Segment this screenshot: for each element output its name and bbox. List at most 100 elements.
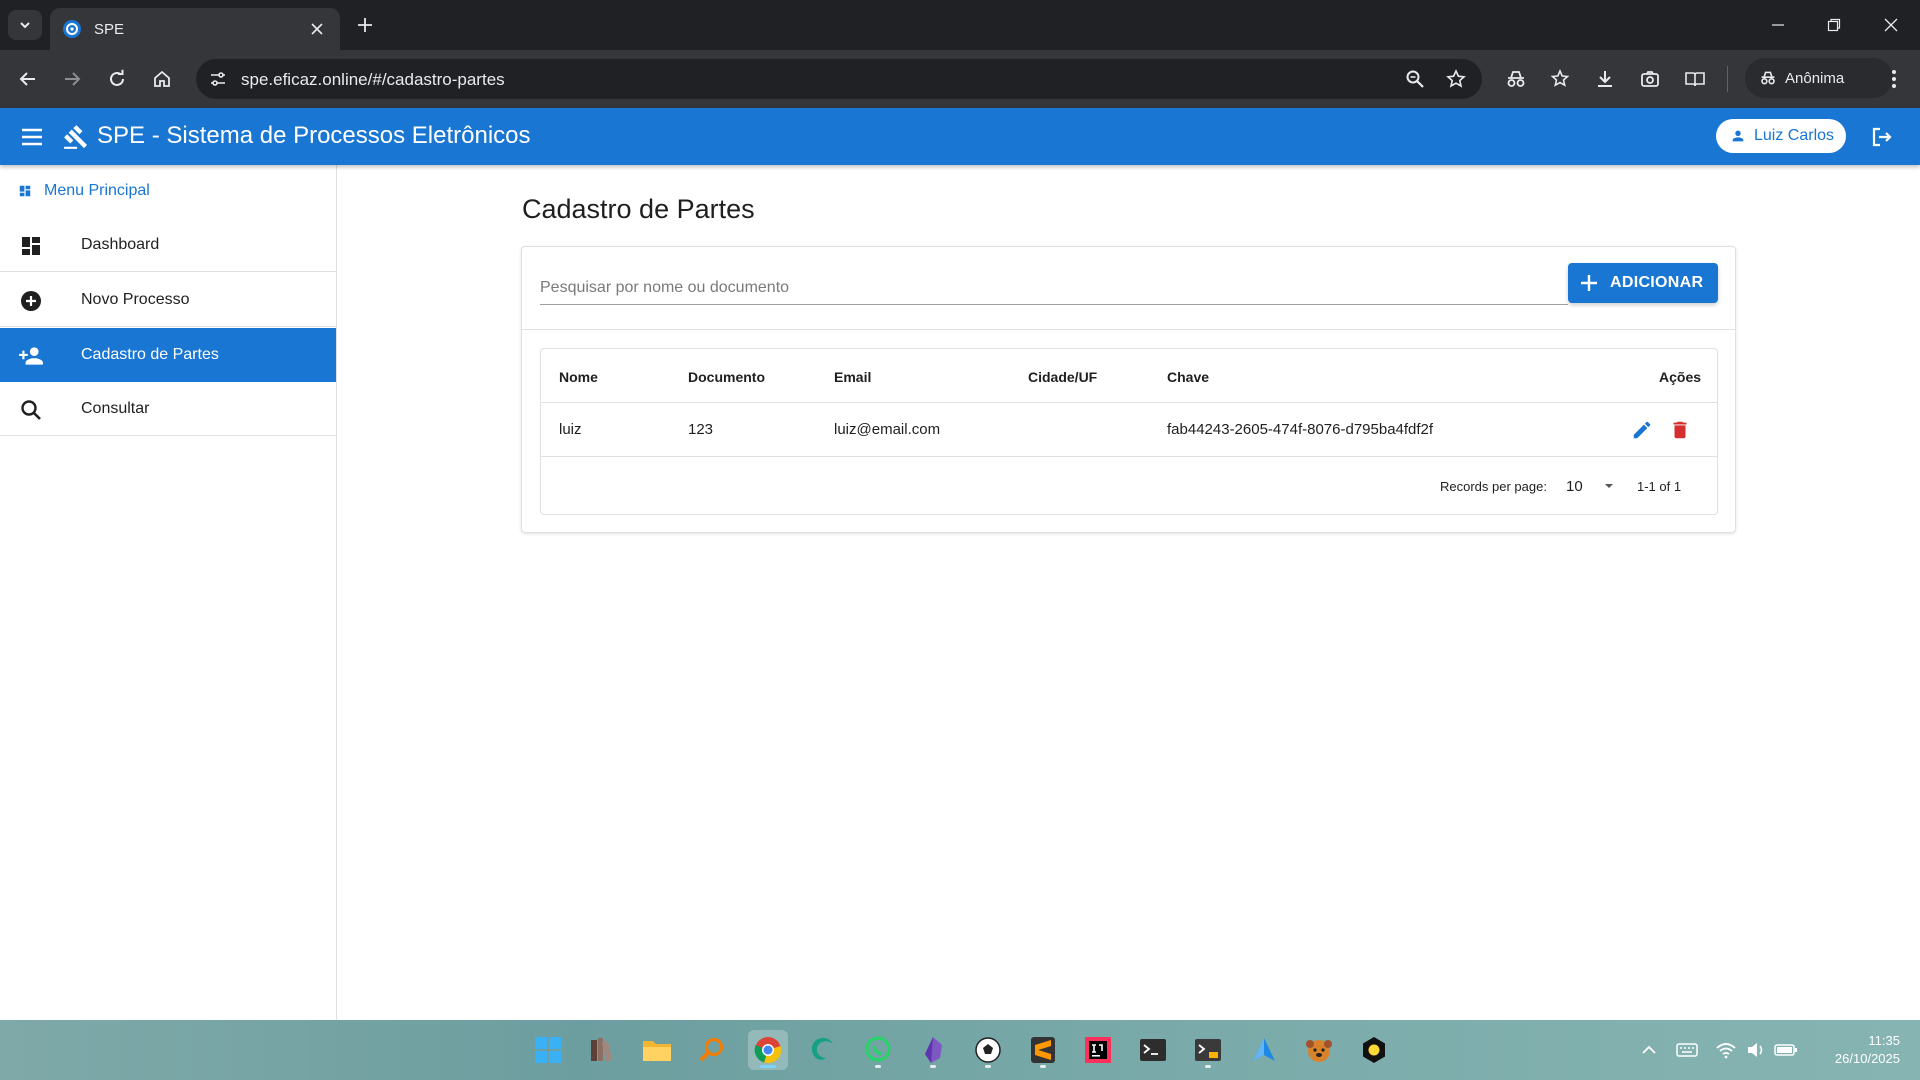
window-restore-button[interactable]: [1814, 10, 1854, 40]
taskbar-app-dev-terminal[interactable]: [1188, 1030, 1228, 1070]
active-app-indicator: [760, 1065, 776, 1068]
browser-menu-button[interactable]: [1880, 65, 1908, 93]
new-tab-button[interactable]: [352, 12, 378, 38]
zoom-button[interactable]: [1403, 67, 1427, 91]
volume-icon: [1748, 1043, 1763, 1057]
window-minimize-button[interactable]: [1758, 10, 1798, 40]
hexagon-icon: [1363, 1037, 1385, 1063]
incognito-label: Anônima: [1785, 69, 1845, 87]
arrow-right-icon: [65, 72, 81, 86]
taskbar-app-intellij[interactable]: [1078, 1030, 1118, 1070]
taskbar-app-file-explorer[interactable]: [637, 1030, 677, 1070]
tab-close-button[interactable]: [306, 18, 328, 40]
sidebar-item-novo-processo[interactable]: Novo Processo: [0, 273, 336, 327]
bookmark-button[interactable]: [1444, 67, 1468, 91]
page-title: Cadastro de Partes: [522, 194, 755, 224]
cell-chave: fab44243-2605-474f-8076-d795ba4fdf2f: [1167, 421, 1434, 438]
plus-icon: [1581, 275, 1597, 291]
edit-button[interactable]: [1628, 416, 1656, 444]
windows-logo-icon: [535, 1037, 561, 1063]
downloads-button[interactable]: [1591, 65, 1619, 93]
taskbar-app-edge-beta[interactable]: [803, 1030, 843, 1070]
volume-tray-button[interactable]: [1744, 1038, 1768, 1062]
taskbar-clock[interactable]: 11:35 26/10/2025: [1800, 1032, 1900, 1068]
window-close-button[interactable]: [1871, 10, 1911, 40]
records-per-page-select[interactable]: 10: [1566, 473, 1621, 499]
incognito-profile-button[interactable]: Anônima: [1745, 58, 1893, 98]
terminal-icon: [1195, 1039, 1221, 1061]
start-button[interactable]: [528, 1030, 568, 1070]
column-header-acoes: Ações: [1659, 369, 1702, 385]
menu-toggle-button[interactable]: [18, 123, 46, 151]
reload-button[interactable]: [103, 65, 131, 93]
running-app-indicator: [930, 1065, 936, 1068]
intellij-icon: [1085, 1037, 1111, 1063]
add-button[interactable]: ADICIONAR: [1568, 263, 1718, 303]
sidebar-item-cadastro-de-partes[interactable]: Cadastro de Partes: [0, 328, 336, 382]
taskbar-app-terminal[interactable]: [1133, 1030, 1173, 1070]
column-header-chave[interactable]: Chave: [1167, 369, 1209, 385]
site-info-button[interactable]: [206, 67, 230, 91]
books-icon: [591, 1038, 613, 1062]
app-title: SPE - Sistema de Processos Eletrônicos: [97, 122, 531, 149]
reading-mode-button[interactable]: [1681, 65, 1709, 93]
taskbar-app-game[interactable]: [968, 1030, 1008, 1070]
column-header-documento[interactable]: Documento: [688, 369, 765, 385]
show-hidden-icons-button[interactable]: [1637, 1038, 1661, 1062]
wifi-tray-button[interactable]: [1714, 1038, 1738, 1062]
running-app-indicator: [985, 1065, 991, 1068]
sublime-icon: [1031, 1037, 1055, 1063]
obsidian-icon: [925, 1037, 942, 1063]
card-divider: [522, 329, 1735, 330]
taskbar-app-navigator[interactable]: [1244, 1030, 1284, 1070]
cell-nome: luiz: [559, 421, 582, 438]
browser-tab-bar: SPE: [0, 0, 1920, 50]
taskbar-app-hexagon[interactable]: [1354, 1030, 1394, 1070]
gavel-icon: [62, 123, 90, 151]
taskbar-app-obsidian[interactable]: [913, 1030, 953, 1070]
home-button[interactable]: [148, 65, 176, 93]
pencil-icon: [1633, 421, 1651, 439]
arrow-left-icon: [19, 72, 35, 86]
column-header-nome[interactable]: Nome: [559, 369, 598, 385]
favorites-button[interactable]: [1547, 65, 1575, 93]
battery-tray-button[interactable]: [1774, 1038, 1798, 1062]
add-button-label: ADICIONAR: [1610, 274, 1704, 291]
search-input[interactable]: [540, 271, 1568, 305]
tab-search-button[interactable]: [8, 10, 42, 40]
taskbar-app-search-tool[interactable]: [692, 1030, 732, 1070]
taskbar-app-sublime-text[interactable]: [1023, 1030, 1063, 1070]
keyboard-tray-button[interactable]: [1675, 1038, 1699, 1062]
user-profile-button[interactable]: Luiz Carlos: [1716, 119, 1846, 153]
partes-card: ADICIONAR Nome Documento Email Cidade/UF…: [521, 246, 1736, 533]
back-button[interactable]: [14, 65, 42, 93]
clock-time: 11:35: [1868, 1033, 1900, 1048]
sidebar-item-dashboard[interactable]: Dashboard: [0, 218, 336, 272]
column-header-email[interactable]: Email: [834, 369, 871, 385]
tune-icon: [211, 72, 225, 86]
clock-date: 26/10/2025: [1834, 1051, 1900, 1066]
screenshot-button[interactable]: [1636, 65, 1664, 93]
address-bar[interactable]: spe.eficaz.online/#/cadastro-partes: [196, 59, 1482, 99]
menu-header: Menu Principal: [0, 165, 336, 217]
column-header-cidade-uf[interactable]: Cidade/UF: [1028, 369, 1097, 385]
magnifier-icon: [699, 1038, 723, 1062]
url-text[interactable]: spe.eficaz.online/#/cadastro-partes: [241, 70, 505, 90]
camera-icon: [1641, 71, 1659, 87]
taskbar-app-dog[interactable]: [1299, 1030, 1339, 1070]
taskbar-app-whatsapp[interactable]: [858, 1030, 898, 1070]
browser-tab[interactable]: SPE: [50, 8, 340, 50]
sidebar-item-consultar[interactable]: Consultar: [0, 382, 336, 436]
cell-documento: 123: [688, 421, 714, 438]
logout-button[interactable]: [1867, 122, 1897, 152]
delete-button[interactable]: [1666, 416, 1694, 444]
app-header: SPE - Sistema de Processos Eletrônicos L…: [0, 108, 1920, 165]
hamburger-menu-icon: [22, 128, 42, 146]
soccer-ball-icon: [975, 1037, 1001, 1063]
forward-button[interactable]: [58, 65, 86, 93]
incognito-icon: [1507, 71, 1525, 87]
taskbar-app-library[interactable]: [582, 1030, 622, 1070]
running-app-indicator: [1205, 1065, 1211, 1068]
incognito-tools-button[interactable]: [1502, 65, 1530, 93]
taskbar-app-chrome[interactable]: [748, 1030, 788, 1070]
